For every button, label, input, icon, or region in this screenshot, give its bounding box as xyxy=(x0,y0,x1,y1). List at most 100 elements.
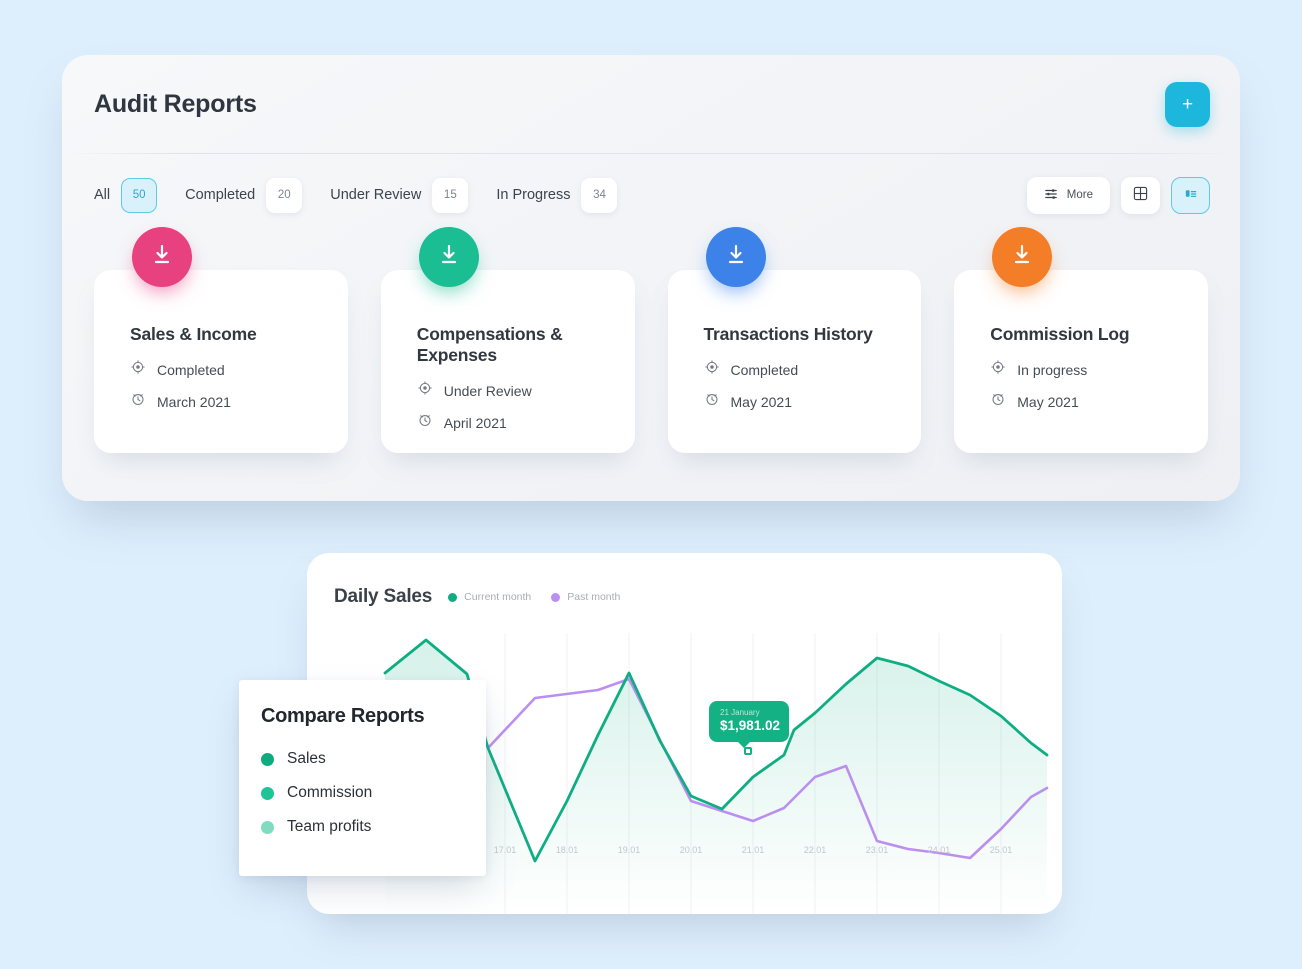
card-title: Sales & Income xyxy=(130,324,257,344)
x-tick: 21.01 xyxy=(741,845,765,855)
chart-header: Daily Sales Current month Past month xyxy=(307,553,1062,608)
report-cards-row: Sales & Income Completed March 2021 Comp… xyxy=(62,227,1240,460)
alarm-clock-icon xyxy=(990,391,1006,412)
compare-dot-commission xyxy=(261,786,274,800)
card-download-badge[interactable] xyxy=(705,227,766,287)
card-date-row: April 2021 xyxy=(417,412,613,433)
download-icon xyxy=(723,242,749,273)
filter-in-progress[interactable]: In Progress 34 xyxy=(496,177,618,213)
filter-bar: All 50 Completed 20 Under Review 15 In P… xyxy=(62,154,1240,236)
card-date-text: May 2021 xyxy=(1017,393,1079,410)
compare-dot-team-profits xyxy=(261,820,274,834)
x-tick: 17.01 xyxy=(493,845,517,855)
card-download-badge[interactable] xyxy=(418,227,479,287)
filter-completed[interactable]: Completed 20 xyxy=(185,177,303,213)
tooltip-date: 21 January xyxy=(720,708,760,717)
x-tick: 24.01 xyxy=(927,845,951,855)
compare-dot-sales xyxy=(261,752,274,766)
card-status-row: In progress xyxy=(990,359,1186,380)
chart-title: Daily Sales xyxy=(334,586,433,607)
compare-reports-panel: Compare Reports Sales Commission Team pr… xyxy=(239,680,486,876)
plus-icon: + xyxy=(1181,94,1194,115)
report-card-compensations-expenses[interactable]: Compensations & Expenses Under Review Ap… xyxy=(380,227,635,460)
filter-all[interactable]: All 50 xyxy=(94,177,158,213)
chart-tooltip: 21 January $1,981.02 xyxy=(709,701,789,748)
page-title: Audit Reports xyxy=(94,90,257,118)
grid-view-button[interactable] xyxy=(1121,176,1160,214)
more-button[interactable]: More xyxy=(1026,176,1110,214)
card-title: Transactions History xyxy=(703,324,873,344)
list-view-button[interactable] xyxy=(1171,176,1210,214)
x-tick: 18.01 xyxy=(555,845,579,855)
card-title: Compensations & Expenses xyxy=(416,324,563,365)
card-date-row: May 2021 xyxy=(990,391,1186,412)
filter-in-progress-count: 34 xyxy=(581,177,618,213)
x-tick: 20.01 xyxy=(679,845,703,855)
chart-legend: Current month Past month xyxy=(448,591,620,603)
card-status-text: Completed xyxy=(157,361,225,378)
legend-label-past-month: Past month xyxy=(567,591,621,603)
filter-completed-label: Completed xyxy=(185,187,256,203)
card-status-row: Completed xyxy=(130,359,326,380)
x-tick: 22.01 xyxy=(803,845,827,855)
x-tick: 25.01 xyxy=(989,845,1013,855)
x-tick: 19.01 xyxy=(617,845,641,855)
target-icon xyxy=(130,359,146,380)
audit-reports-panel: Audit Reports + All 50 Completed 20 Unde… xyxy=(62,55,1240,501)
panel-header: Audit Reports + xyxy=(62,55,1240,154)
compare-label-commission: Commission xyxy=(287,784,373,801)
card-status-text: Completed xyxy=(730,361,799,378)
card-download-badge[interactable] xyxy=(132,227,192,287)
x-tick: 23.01 xyxy=(865,845,889,855)
chart-data-point-marker[interactable] xyxy=(744,747,752,755)
view-controls: More xyxy=(1026,176,1210,214)
alarm-clock-icon xyxy=(704,391,720,412)
legend-dot-current-month xyxy=(448,592,458,602)
tooltip-value: $1,981.02 xyxy=(720,718,781,733)
list-view-icon xyxy=(1183,186,1198,204)
card-status-row: Completed xyxy=(704,359,900,380)
target-icon xyxy=(990,359,1006,380)
report-card-commission-log[interactable]: Commission Log In progress May 2021 xyxy=(954,227,1208,460)
card-status-text: Under Review xyxy=(443,382,532,399)
filter-under-review[interactable]: Under Review 15 xyxy=(330,177,469,213)
compare-item-sales[interactable]: Sales xyxy=(261,750,486,768)
alarm-clock-icon xyxy=(130,391,146,412)
compare-label-sales: Sales xyxy=(287,750,326,767)
card-date-text: May 2021 xyxy=(730,393,792,410)
target-icon xyxy=(704,359,720,380)
compare-item-team-profits[interactable]: Team profits xyxy=(261,818,486,836)
filter-all-count: 50 xyxy=(121,177,158,213)
download-icon xyxy=(436,242,462,273)
filter-under-review-count: 15 xyxy=(432,177,469,213)
alarm-clock-icon xyxy=(417,412,433,433)
download-icon xyxy=(149,242,175,273)
card-date-row: March 2021 xyxy=(130,391,326,412)
filter-completed-count: 20 xyxy=(266,177,303,213)
compare-reports-title: Compare Reports xyxy=(261,705,425,727)
report-card-sales-income[interactable]: Sales & Income Completed March 2021 xyxy=(94,227,348,460)
card-date-text: April 2021 xyxy=(443,414,507,431)
compare-item-commission[interactable]: Commission xyxy=(261,784,486,802)
card-title: Commission Log xyxy=(990,324,1130,344)
more-label: More xyxy=(1066,189,1093,201)
card-date-row: May 2021 xyxy=(704,391,900,412)
legend-dot-past-month xyxy=(551,592,561,602)
legend-label-current-month: Current month xyxy=(464,591,532,603)
legend-item-past-month[interactable]: Past month xyxy=(551,591,620,603)
filter-all-label: All xyxy=(94,187,111,203)
card-status-row: Under Review xyxy=(417,380,613,401)
grid-view-icon xyxy=(1133,186,1148,204)
card-date-text: March 2021 xyxy=(157,393,231,410)
card-download-badge[interactable] xyxy=(992,227,1053,287)
report-card-transactions-history[interactable]: Transactions History Completed May 2021 xyxy=(667,227,922,460)
sliders-icon xyxy=(1044,187,1058,204)
legend-item-current-month[interactable]: Current month xyxy=(448,591,531,603)
target-icon xyxy=(417,380,433,401)
add-report-button[interactable]: + xyxy=(1165,82,1210,127)
compare-label-team-profits: Team profits xyxy=(287,818,372,835)
filter-under-review-label: Under Review xyxy=(330,187,422,203)
download-icon xyxy=(1009,242,1035,273)
card-status-text: In progress xyxy=(1017,361,1088,378)
filter-in-progress-label: In Progress xyxy=(496,187,571,203)
